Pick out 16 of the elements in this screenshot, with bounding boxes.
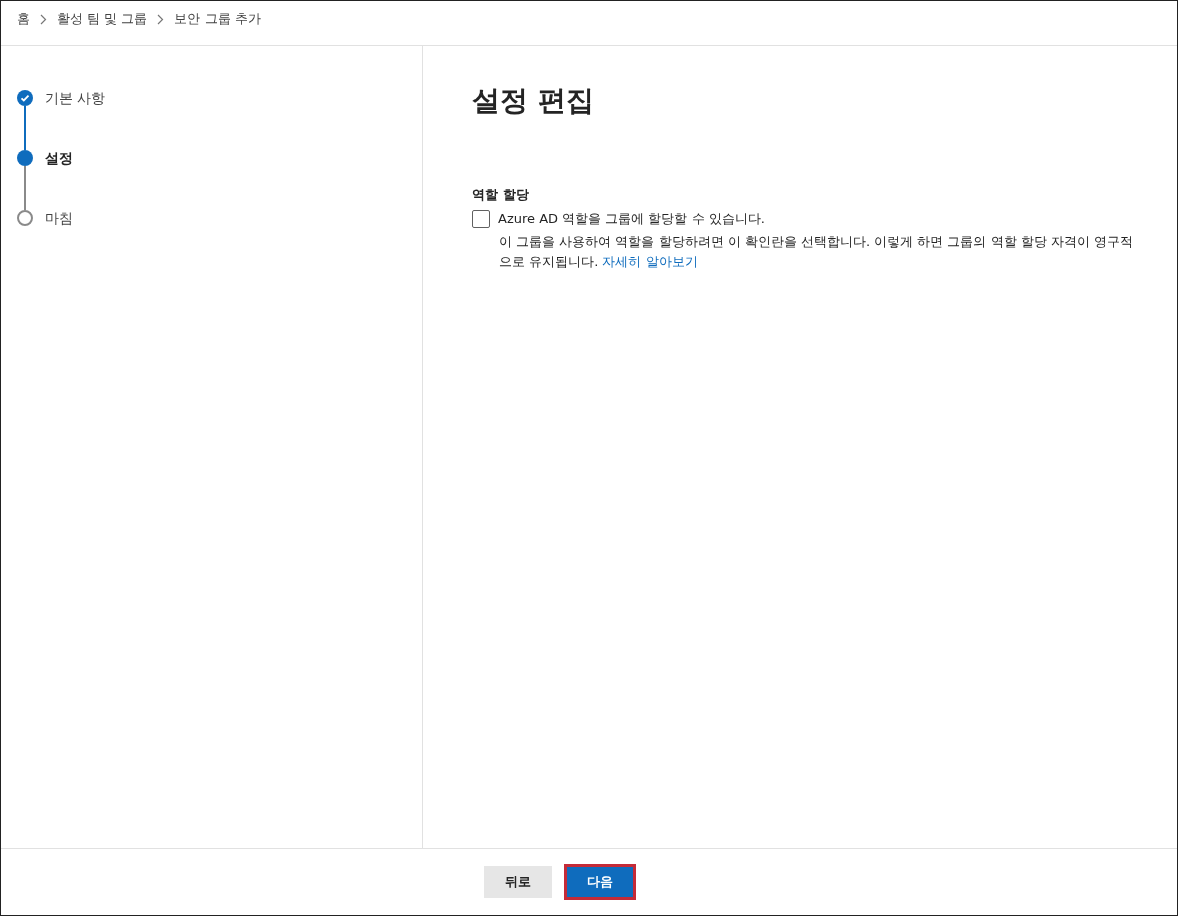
description-text: 이 그룹을 사용하여 역할을 할당하려면 이 확인란을 선택합니다. 이렇게 하면 그룹의 역할 할당 자격이 영구적으로 유지됩니다. 자세히 알아보기 bbox=[499, 233, 1134, 271]
step-label[interactable]: 기본 사항 bbox=[45, 90, 106, 150]
step-label[interactable]: 설정 bbox=[45, 150, 73, 210]
back-button[interactable]: 뒤로 bbox=[484, 866, 552, 898]
step-label[interactable]: 마침 bbox=[45, 210, 73, 226]
learn-more-link[interactable]: 자세히 알아보기 bbox=[602, 254, 698, 269]
page-heading: 설정 편집 bbox=[472, 83, 595, 119]
next-button[interactable]: 다음 bbox=[566, 866, 634, 898]
section-label: 역할 할당 bbox=[472, 186, 530, 204]
chevron-right-icon bbox=[157, 13, 165, 25]
breadcrumb-link[interactable]: 활성 팀 및 그룹 bbox=[57, 10, 148, 28]
breadcrumb-link[interactable]: 보안 그룹 추가 bbox=[174, 10, 261, 28]
checkbox-label[interactable]: Azure AD 역할을 그룹에 할당할 수 있습니다. bbox=[498, 210, 765, 228]
chevron-right-icon bbox=[40, 13, 47, 25]
breadcrumb-link[interactable]: 홈 bbox=[17, 10, 30, 28]
checkbox[interactable] bbox=[472, 210, 490, 228]
